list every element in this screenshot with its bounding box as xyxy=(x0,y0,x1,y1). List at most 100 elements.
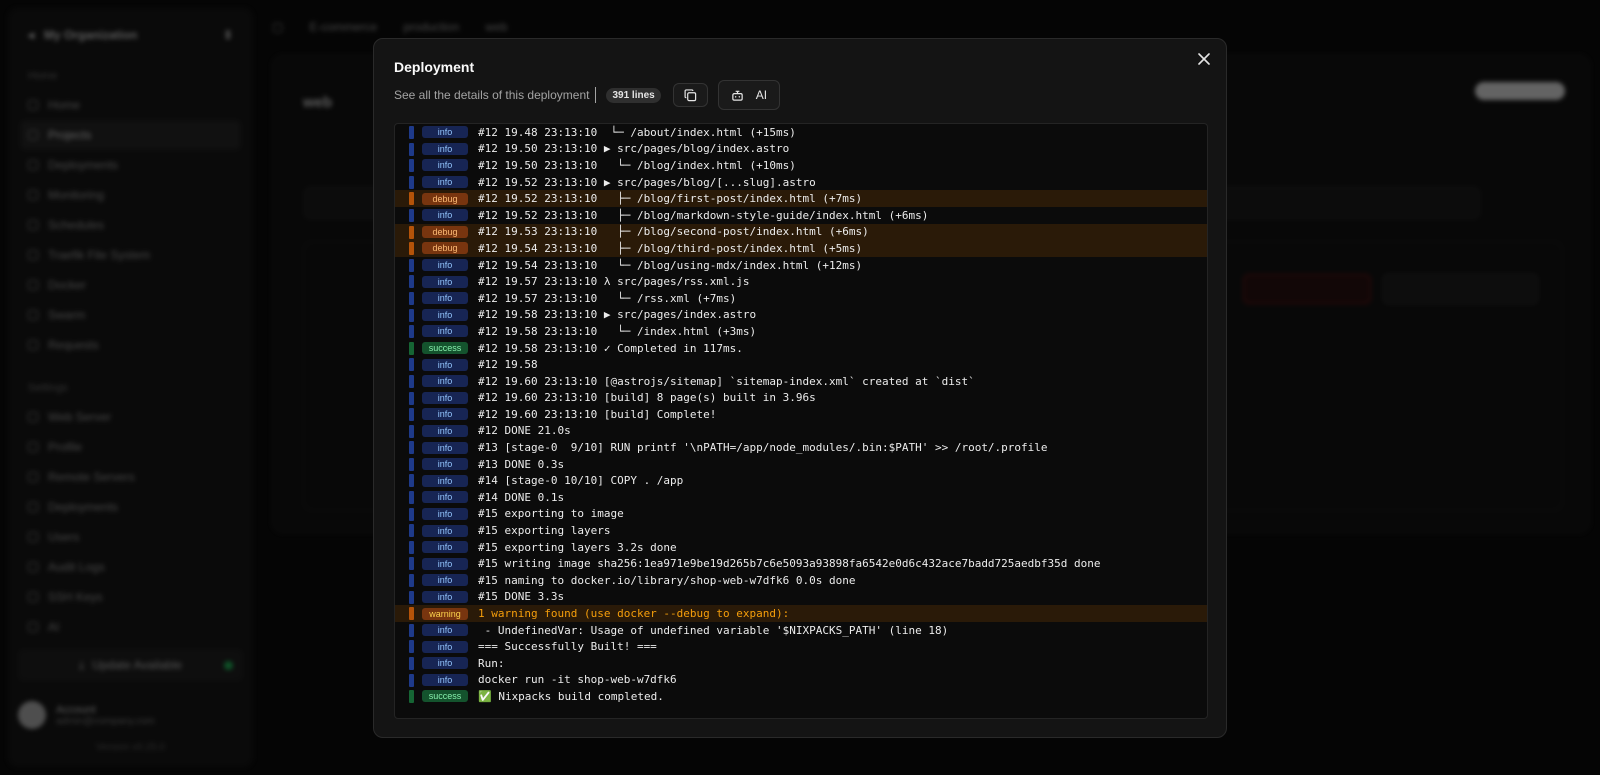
log-text: #12 19.58 23:13:10 ▶ src/pages/index.ast… xyxy=(478,308,757,322)
log-line: info #12 19.60 23:13:10 [build] 8 page(s)… xyxy=(395,390,1207,407)
log-line: info #13 [stage-0 9/10] RUN printf '\nPAT… xyxy=(395,439,1207,456)
log-text: Run: xyxy=(478,656,505,670)
log-line: info #12 19.50 23:13:10 ▶ src/pages/blog/… xyxy=(395,141,1207,158)
log-line: info #12 19.54 23:13:10 └─ /blog/using-md… xyxy=(395,257,1207,274)
log-level-indicator xyxy=(409,424,414,438)
log-text: 1 warning found (use docker --debug to e… xyxy=(478,607,790,621)
log-level-indicator xyxy=(409,690,414,704)
log-text: #15 writing image sha256:1ea971e9be19d26… xyxy=(478,557,1101,571)
log-text: #12 19.48 23:13:10 └─ /about/index.html … xyxy=(478,125,796,139)
log-text: #12 19.60 23:13:10 [build] 8 page(s) bui… xyxy=(478,391,816,405)
log-level-indicator xyxy=(409,474,414,488)
log-level-indicator xyxy=(409,657,414,670)
log-text: ✅ Nixpacks build completed. xyxy=(478,689,664,703)
log-level-badge: success xyxy=(422,690,468,703)
log-level-indicator xyxy=(409,341,414,355)
log-line: success ✅ Nixpacks build completed. xyxy=(395,688,1207,705)
log-text: docker run -it shop-web-w7dfk6 xyxy=(478,673,677,687)
log-line: info docker run -it shop-web-w7dfk6 xyxy=(395,672,1207,689)
log-line: info #12 DONE 21.0s xyxy=(395,423,1207,440)
log-line: info #12 19.48 23:13:10 └─ /about/index.h… xyxy=(395,124,1207,141)
log-level-badge: info xyxy=(422,325,468,338)
log-line: info #12 19.60 23:13:10 [build] Complete! xyxy=(395,406,1207,423)
log-text: #12 19.57 23:13:10 λ src/pages/rss.xml.j… xyxy=(478,275,750,289)
log-text: #12 19.58 23:13:10 ✓ Completed in 117ms. xyxy=(478,341,743,355)
log-line: info #14 DONE 0.1s xyxy=(395,489,1207,506)
log-level-indicator xyxy=(409,159,414,173)
line-count-badge: 391 lines xyxy=(606,87,661,103)
log-level-indicator xyxy=(409,291,414,305)
log-level-indicator xyxy=(409,126,414,139)
log-level-indicator xyxy=(409,507,414,521)
log-level-badge: warning xyxy=(422,607,468,620)
log-line: info #15 exporting layers 3.2s done xyxy=(395,539,1207,556)
log-line: info #13 DONE 0.3s xyxy=(395,456,1207,473)
ai-analyze-button[interactable]: AI xyxy=(717,80,781,110)
log-text: #13 [stage-0 9/10] RUN printf '\nPATH=/a… xyxy=(478,441,1048,455)
log-level-indicator xyxy=(409,258,414,272)
log-level-indicator xyxy=(409,524,414,538)
log-line: info - UndefinedVar: Usage of undefined … xyxy=(395,622,1207,639)
bot-icon xyxy=(731,90,743,101)
log-text: #14 [stage-0 10/10] COPY . /app xyxy=(478,474,684,488)
log-level-badge: info xyxy=(422,292,468,305)
log-text: #15 exporting to image xyxy=(478,507,624,521)
log-level-indicator xyxy=(409,192,414,206)
log-line: info Run: xyxy=(395,655,1207,672)
log-level-badge: info xyxy=(422,259,468,272)
log-text: #12 19.52 23:13:10 ├─ /blog/markdown-sty… xyxy=(478,208,929,222)
close-icon[interactable] xyxy=(1196,53,1212,69)
log-level-indicator xyxy=(409,391,414,405)
log-text: #12 19.52 23:13:10 ▶ src/pages/blog/[...… xyxy=(478,175,816,189)
log-line: info #14 [stage-0 10/10] COPY . /app xyxy=(395,472,1207,489)
log-level-indicator xyxy=(409,142,414,156)
log-text: #12 19.50 23:13:10 ▶ src/pages/blog/inde… xyxy=(478,142,790,156)
log-level-badge: info xyxy=(422,507,468,520)
log-level-badge: debug xyxy=(422,192,468,205)
dialog-title: Deployment xyxy=(394,59,475,75)
log-level-indicator xyxy=(409,325,414,339)
log-level-badge: info xyxy=(422,159,468,172)
log-text: #12 DONE 21.0s xyxy=(478,424,571,438)
log-line: info #15 exporting to image xyxy=(395,506,1207,523)
log-line: info #12 19.57 23:13:10 λ src/pages/rss.x… xyxy=(395,273,1207,290)
log-text: #12 19.54 23:13:10 └─ /blog/using-mdx/in… xyxy=(478,258,863,272)
log-level-indicator xyxy=(409,374,414,388)
log-text: #12 19.58 xyxy=(478,358,538,372)
log-line: info #12 19.50 23:13:10 └─ /blog/index.ht… xyxy=(395,157,1207,174)
log-line: info #12 19.58 23:13:10 └─ /index.html (+… xyxy=(395,323,1207,340)
log-line: info #12 19.52 23:13:10 ▶ src/pages/blog/… xyxy=(395,174,1207,191)
log-text: #12 19.58 23:13:10 └─ /index.html (+3ms) xyxy=(478,324,757,338)
log-text: #15 exporting layers xyxy=(478,524,611,538)
log-level-indicator xyxy=(409,242,414,256)
copy-logs-button[interactable] xyxy=(672,83,708,107)
log-level-indicator xyxy=(409,457,414,471)
log-level-indicator xyxy=(409,308,414,322)
log-level-badge: info xyxy=(422,408,468,421)
log-level-badge: info xyxy=(422,590,468,603)
log-text: #15 naming to docker.io/library/shop-web… xyxy=(478,573,856,587)
log-level-indicator xyxy=(409,574,414,588)
log-level-badge: success xyxy=(422,342,468,355)
log-level-badge: info xyxy=(422,458,468,471)
log-level-badge: info xyxy=(422,657,468,670)
log-line: info #12 19.57 23:13:10 └─ /rss.xml (+7ms… xyxy=(395,290,1207,307)
deployment-dialog: Deployment See all the details of this d… xyxy=(373,38,1227,738)
log-viewer[interactable]: info #12 19.48 23:13:10 └─ /about/index.h… xyxy=(394,123,1208,719)
dialog-description: See all the details of this deployment xyxy=(394,88,590,102)
log-level-indicator xyxy=(409,540,414,554)
log-level-badge: info xyxy=(422,673,468,686)
ai-label: AI xyxy=(755,88,768,102)
log-level-indicator xyxy=(409,590,414,604)
log-line: warning 1 warning found (use docker --deb… xyxy=(395,605,1207,622)
log-level-badge: info xyxy=(422,209,468,222)
log-text: #12 19.60 23:13:10 [@astrojs/sitemap] `s… xyxy=(478,374,975,388)
log-line: info #12 19.58 xyxy=(395,356,1207,373)
log-level-badge: info xyxy=(422,574,468,587)
log-level-indicator xyxy=(409,208,414,222)
log-line: info #15 writing image sha256:1ea971e9be1… xyxy=(395,555,1207,572)
log-text: #12 19.57 23:13:10 └─ /rss.xml (+7ms) xyxy=(478,291,737,305)
log-line: info === Successfully Built! === xyxy=(395,638,1207,655)
log-line: debug #12 19.52 23:13:10 ├─ /blog/first-p… xyxy=(395,190,1207,207)
divider xyxy=(595,87,597,103)
